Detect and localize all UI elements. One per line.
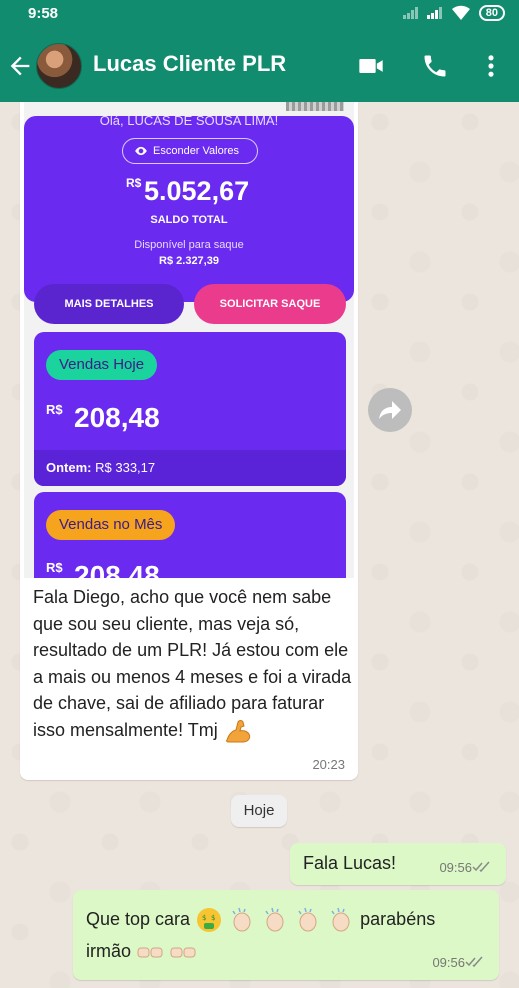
outgoing-text-part: Que top cara (86, 909, 191, 929)
outgoing-message[interactable]: Fala Lucas! 09:56 (290, 843, 506, 885)
available-value: R$ 2.327,39 (159, 255, 219, 267)
hide-values-button: Esconder Valores (122, 138, 258, 164)
sales-month-tag: Vendas no Mês (46, 510, 176, 540)
yesterday-label: Ontem: (46, 460, 92, 475)
sales-today-amount: 208,48 (74, 402, 160, 433)
svg-text:$: $ (211, 914, 215, 922)
clapping-hands-emoji-icon (331, 908, 350, 932)
fist-bump-emoji-icon (137, 947, 163, 958)
forward-button[interactable] (368, 388, 412, 432)
outgoing-time: 09:56 (439, 860, 472, 875)
status-bar: 9:58 80 (0, 0, 519, 28)
details-button: MAIS DETALHES (34, 284, 184, 324)
available-label: Disponível para saque (134, 239, 244, 251)
outgoing-message[interactable]: Que top cara $ $ parabéns irmão 09:56 (73, 890, 499, 980)
outgoing-text-part: parabéns (360, 909, 436, 929)
outgoing-text-part: irmão (86, 941, 132, 961)
forward-icon (379, 401, 401, 419)
greeting-text: Olá, LUCAS DE SOUSA LIMA! (99, 113, 279, 128)
yesterday-value: R$ 333,17 (95, 460, 156, 475)
sales-today-card: Vendas Hoje R$ 208,48 Ontem: R$ 333,17 (34, 332, 346, 486)
sales-today-currency: R$ (46, 402, 63, 417)
outgoing-text: Que top cara $ $ parabéns irmão (86, 903, 486, 967)
balance-label: SALDO TOTAL (150, 214, 228, 226)
message-body: Fala Diego, acho que você nem sabe que s… (33, 587, 352, 740)
money-mouth-face-emoji-icon: $ $ (197, 908, 222, 933)
withdraw-button: SOLICITAR SAQUE (194, 284, 346, 324)
svg-text:$: $ (202, 914, 206, 922)
balance-amount: 5.052,67 (144, 176, 250, 206)
video-call-icon[interactable] (357, 52, 385, 80)
wifi-icon (451, 5, 470, 21)
message-time: 20:23 (312, 757, 345, 772)
fist-bump-emoji-icon (170, 947, 196, 958)
avatar[interactable] (36, 43, 82, 89)
yesterday-row: Ontem: R$ 333,17 (34, 450, 346, 486)
contact-name[interactable]: Lucas Cliente PLR (93, 51, 286, 77)
date-divider: Hoje (231, 795, 287, 827)
balance-currency: R$ (126, 176, 142, 190)
status-icons: 80 (402, 5, 505, 21)
signal-icon (402, 7, 419, 19)
chat-header: Lucas Cliente PLR (0, 28, 519, 102)
clapping-hands-emoji-icon (232, 908, 251, 932)
double-check-icon (465, 956, 483, 968)
flexed-biceps-emoji-icon (225, 719, 250, 743)
sales-month-amount: 208,48 (74, 560, 160, 578)
incoming-message[interactable]: Olá, LUCAS DE SOUSA LIMA! Esconder Valor… (20, 102, 358, 780)
hide-values-label: Esconder Valores (153, 145, 240, 157)
status-time: 9:58 (28, 5, 59, 22)
signal-icon (426, 7, 443, 19)
eye-icon (135, 146, 147, 156)
image-strip (286, 102, 344, 111)
more-options-icon[interactable] (477, 52, 505, 80)
battery-icon: 80 (478, 5, 505, 21)
back-arrow-icon[interactable] (6, 52, 34, 80)
clapping-hands-emoji-icon (265, 908, 284, 932)
outgoing-time: 09:56 (432, 955, 465, 970)
double-check-icon (472, 861, 490, 873)
clapping-hands-emoji-icon (298, 908, 317, 932)
phone-call-icon[interactable] (421, 52, 449, 80)
sales-month-currency: R$ (46, 560, 63, 575)
balance-card: Olá, LUCAS DE SOUSA LIMA! Esconder Valor… (24, 113, 354, 302)
sales-month-card: Vendas no Mês R$ 208,48 (34, 492, 346, 578)
message-text: Fala Diego, acho que você nem sabe que s… (33, 584, 353, 744)
outgoing-text: Fala Lucas! (303, 853, 397, 873)
message-image[interactable]: Olá, LUCAS DE SOUSA LIMA! Esconder Valor… (24, 102, 354, 578)
sales-today-tag: Vendas Hoje (46, 350, 158, 380)
